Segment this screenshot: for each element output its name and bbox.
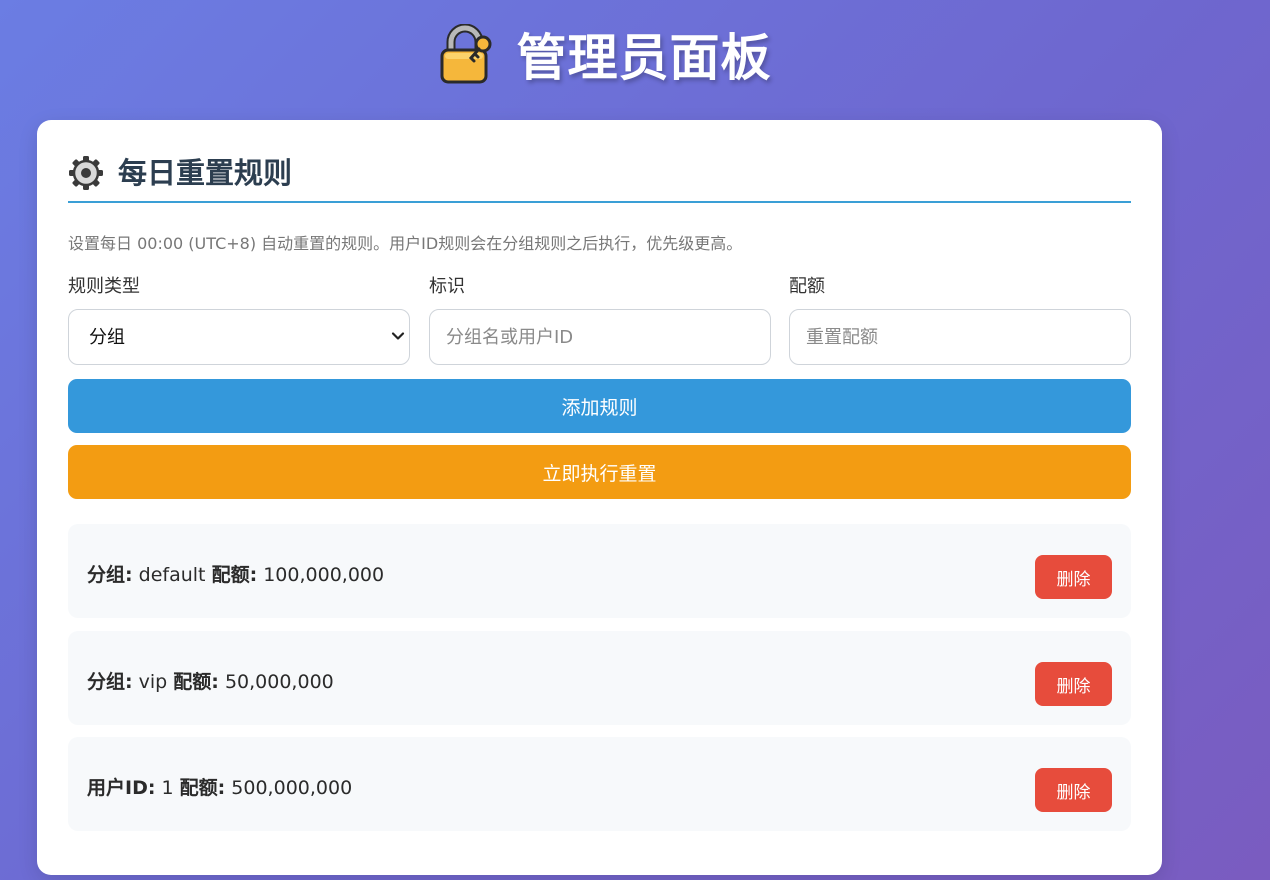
rule-identifier: default [138,564,206,586]
rule-type-label: 分组: [87,564,133,586]
rule-quota-value: 500,000,000 [231,777,353,799]
rule-row: 用户ID: 1 配额: 500,000,000 删除 [68,737,1131,831]
rule-quota-label: 配额: [179,777,226,799]
lock-with-key-icon [440,24,491,84]
delete-rule-button[interactable]: 删除 [1035,768,1112,812]
rule-quota-value: 50,000,000 [224,671,334,693]
section-header: 每日重置规则 [68,154,1131,203]
reset-now-button[interactable]: 立即执行重置 [68,445,1131,499]
identifier-label: 标识 [429,276,465,297]
rule-type-select[interactable]: 分组 [68,309,410,365]
section-description: 设置每日 00:00 (UTC+8) 自动重置的规则。用户ID规则会在分组规则之… [68,234,743,253]
page-title: 管理员面板 [516,29,772,87]
add-rule-button[interactable]: 添加规则 [68,379,1131,433]
delete-rule-button[interactable]: 删除 [1035,662,1112,706]
quota-input[interactable] [789,309,1131,365]
rule-type-label: 规则类型 [68,276,140,297]
rule-text: 分组: default 配额: 100,000,000 [87,560,384,587]
rule-quota-label: 配额: [173,671,219,693]
rule-identifier: 1 [161,777,174,799]
rule-text: 用户ID: 1 配额: 500,000,000 [87,773,352,800]
page-header: 管理员面板 [0,18,1210,90]
rule-row: 分组: vip 配额: 50,000,000 删除 [68,631,1131,725]
rule-row: 分组: default 配额: 100,000,000 删除 [68,524,1131,618]
section-title: 每日重置规则 [118,156,293,190]
rule-type-label: 分组: [87,671,133,693]
rule-identifier: vip [138,671,168,693]
gear-icon [69,156,103,190]
rule-text: 分组: vip 配额: 50,000,000 [87,667,334,694]
rule-quota-value: 100,000,000 [263,564,385,586]
delete-rule-button[interactable]: 删除 [1035,555,1112,599]
daily-reset-card: 每日重置规则 设置每日 00:00 (UTC+8) 自动重置的规则。用户ID规则… [37,120,1162,875]
rule-quota-label: 配额: [211,564,258,586]
identifier-input[interactable] [429,309,771,365]
rule-type-label: 用户ID: [87,777,156,799]
quota-label: 配额 [789,276,825,297]
